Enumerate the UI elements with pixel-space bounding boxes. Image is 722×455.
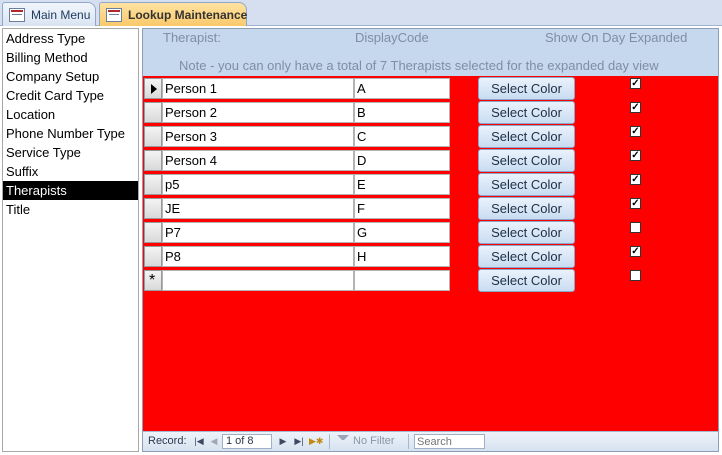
last-record-icon[interactable]: ▶| <box>293 434 305 448</box>
therapist-row: Person 3 C Select Color ✓ <box>143 125 718 149</box>
therapist-row: Select Color <box>143 269 718 293</box>
tab-label: Lookup Maintenance <box>128 7 248 22</box>
filter-icon <box>337 435 349 445</box>
record-selector[interactable] <box>144 78 162 99</box>
record-label: Record: <box>148 435 187 447</box>
therapist-name-field[interactable]: P8 <box>162 246 354 267</box>
record-selector[interactable] <box>144 150 162 171</box>
lookup-list-item[interactable]: Location <box>3 105 138 124</box>
therapist-name-field[interactable]: Person 3 <box>162 126 354 147</box>
show-on-day-checkbox[interactable]: ✓ <box>630 126 641 137</box>
lookup-list-item[interactable]: Suffix <box>3 162 138 181</box>
no-filter-button[interactable]: No Filter <box>337 435 395 447</box>
show-on-day-checkbox[interactable]: ✓ <box>630 78 641 89</box>
lookup-list-item[interactable]: Credit Card Type <box>3 86 138 105</box>
display-code-field[interactable]: E <box>354 174 450 195</box>
nav-divider <box>408 434 409 449</box>
select-color-button[interactable]: Select Color <box>478 101 575 124</box>
lookup-list-item[interactable]: Address Type <box>3 29 138 48</box>
lookup-list-item[interactable]: Company Setup <box>3 67 138 86</box>
expanded-view-note: Note - you can only have a total of 7 Th… <box>179 58 659 73</box>
record-selector[interactable] <box>144 246 162 267</box>
display-code-field[interactable]: A <box>354 78 450 99</box>
record-selector[interactable] <box>144 102 162 123</box>
show-on-day-checkbox[interactable]: ✓ <box>630 150 641 161</box>
new-record-icon[interactable]: ▶✱ <box>309 434 323 448</box>
document-tab-strip: Main Menu Lookup Maintenance <box>0 0 722 26</box>
show-on-day-checkbox[interactable] <box>630 270 641 281</box>
therapist-name-field[interactable] <box>162 270 354 291</box>
lookup-list-item[interactable]: Phone Number Type <box>3 124 138 143</box>
new-record-selector[interactable] <box>144 270 162 291</box>
record-selector[interactable] <box>144 174 162 195</box>
display-code-field[interactable]: B <box>354 102 450 123</box>
tab-main-menu[interactable]: Main Menu <box>2 2 96 26</box>
select-color-button[interactable]: Select Color <box>478 221 575 244</box>
lookup-list-item[interactable]: Billing Method <box>3 48 138 67</box>
form-icon <box>9 7 25 22</box>
app-window: Main Menu Lookup Maintenance Address Typ… <box>0 0 722 455</box>
lookup-list-item[interactable]: Therapists <box>3 181 138 200</box>
select-color-button[interactable]: Select Color <box>478 197 575 220</box>
therapists-form: Therapist: DisplayCode Show On Day Expan… <box>142 28 719 452</box>
lookup-list-item[interactable]: Title <box>3 200 138 219</box>
no-filter-label: No Filter <box>353 435 395 447</box>
display-code-field[interactable]: F <box>354 198 450 219</box>
show-on-day-checkbox[interactable]: ✓ <box>630 174 641 185</box>
select-color-button[interactable]: Select Color <box>478 77 575 100</box>
display-code-column-label: DisplayCode <box>355 30 429 45</box>
select-color-button[interactable]: Select Color <box>478 245 575 268</box>
therapist-row: P7 G Select Color <box>143 221 718 245</box>
therapist-row: p5 E Select Color ✓ <box>143 173 718 197</box>
therapist-name-field[interactable]: P7 <box>162 222 354 243</box>
therapist-name-field[interactable]: Person 1 <box>162 78 354 99</box>
record-selector[interactable] <box>144 222 162 243</box>
therapist-row: JE F Select Color ✓ <box>143 197 718 221</box>
therapist-name-field[interactable]: JE <box>162 198 354 219</box>
therapist-name-field[interactable]: Person 2 <box>162 102 354 123</box>
select-color-button[interactable]: Select Color <box>478 125 575 148</box>
next-record-icon[interactable]: ▶ <box>277 434 289 448</box>
therapist-row: Person 2 B Select Color ✓ <box>143 101 718 125</box>
therapist-column-label: Therapist: <box>163 30 221 45</box>
show-on-day-checkbox[interactable]: ✓ <box>630 102 641 113</box>
select-color-button[interactable]: Select Color <box>478 149 575 172</box>
show-on-day-column-label: Show On Day Expanded <box>545 30 688 45</box>
first-record-icon[interactable]: |◀ <box>193 434 205 448</box>
lookup-type-list[interactable]: Address Type Billing Method Company Setup C… <box>2 28 139 452</box>
form-header: Therapist: DisplayCode Show On Day Expan… <box>143 29 718 76</box>
tab-label: Main Menu <box>31 7 91 22</box>
record-selector[interactable] <box>144 126 162 147</box>
display-code-field[interactable]: C <box>354 126 450 147</box>
display-code-field[interactable]: H <box>354 246 450 267</box>
select-color-button[interactable]: Select Color <box>478 269 575 292</box>
therapist-row: Person 4 D Select Color ✓ <box>143 149 718 173</box>
show-on-day-checkbox[interactable] <box>630 222 641 233</box>
therapist-name-field[interactable]: p5 <box>162 174 354 195</box>
therapist-row: Person 1 A Select Color ✓ <box>143 77 718 101</box>
display-code-field[interactable] <box>354 270 450 291</box>
display-code-field[interactable]: D <box>354 150 450 171</box>
previous-record-icon[interactable]: ◀ <box>208 434 220 448</box>
therapist-row: P8 H Select Color ✓ <box>143 245 718 269</box>
show-on-day-checkbox[interactable]: ✓ <box>630 246 641 257</box>
display-code-field[interactable]: G <box>354 222 450 243</box>
form-icon <box>106 7 122 22</box>
current-record-field[interactable]: 1 of 8 <box>222 434 272 449</box>
nav-divider <box>329 434 330 449</box>
lookup-list-item[interactable]: Service Type <box>3 143 138 162</box>
tab-lookup-maintenance[interactable]: Lookup Maintenance <box>99 2 247 26</box>
search-input[interactable] <box>414 434 485 449</box>
show-on-day-checkbox[interactable]: ✓ <box>630 198 641 209</box>
record-selector[interactable] <box>144 198 162 219</box>
select-color-button[interactable]: Select Color <box>478 173 575 196</box>
therapist-name-field[interactable]: Person 4 <box>162 150 354 171</box>
record-navigation-bar: Record: |◀ ◀ 1 of 8 ▶ ▶| ▶✱ No Filter <box>143 431 718 451</box>
